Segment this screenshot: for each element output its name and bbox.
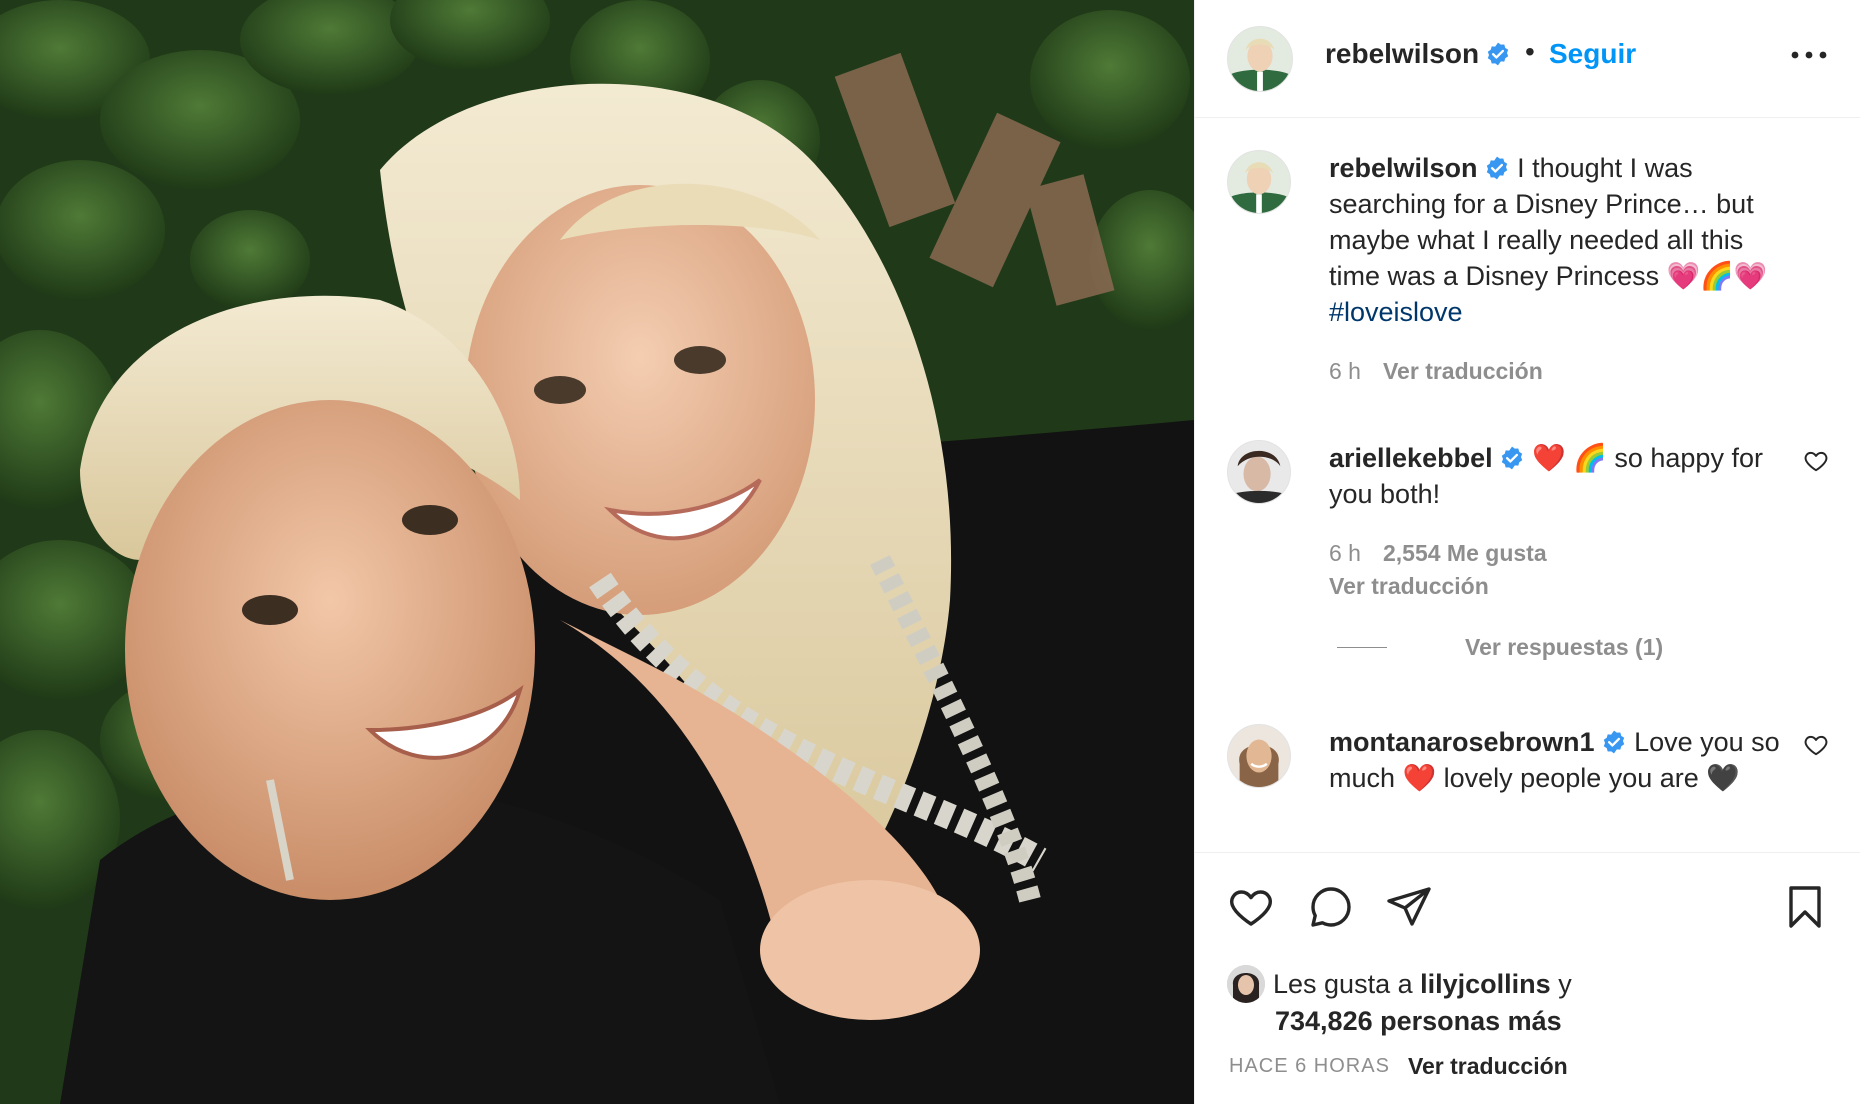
like-heart-icon[interactable] xyxy=(1227,883,1275,931)
footer-translate-link[interactable]: Ver traducción xyxy=(1408,1053,1568,1080)
post-photo[interactable] xyxy=(0,0,1194,1104)
caption-text-block: rebelwilson I thought I was searching fo… xyxy=(1329,150,1799,330)
caption-time[interactable]: 6 h xyxy=(1329,358,1361,384)
verified-badge-icon xyxy=(1603,730,1624,754)
comment-translate-link[interactable]: Ver traducción xyxy=(1329,573,1489,600)
header-separator: • xyxy=(1525,36,1535,67)
post-timestamp[interactable]: HACE 6 HORAS xyxy=(1229,1055,1390,1078)
comment-bubble-icon[interactable] xyxy=(1307,883,1355,931)
verified-badge-icon xyxy=(1486,156,1507,180)
verified-badge-icon xyxy=(1487,42,1509,66)
likes-prefix: Les gusta a xyxy=(1273,969,1413,999)
post-side-panel: rebelwilson • Seguir rebelwilson I thoug… xyxy=(1194,0,1860,1104)
caption-avatar[interactable] xyxy=(1227,150,1291,214)
save-bookmark-icon[interactable] xyxy=(1781,883,1829,931)
comment-text-block: montanarosebrown1 Love you so much ❤️ lo… xyxy=(1329,724,1799,796)
commenter-avatar[interactable] xyxy=(1227,724,1291,788)
caption-hashtag[interactable]: #loveislove xyxy=(1329,297,1463,327)
more-options-icon[interactable] xyxy=(1789,40,1829,70)
verified-badge-icon xyxy=(1501,446,1522,470)
author-username-row: rebelwilson xyxy=(1325,38,1511,70)
author-avatar[interactable] xyxy=(1227,26,1293,92)
likes-user[interactable]: lilyjcollins xyxy=(1420,969,1551,999)
comment-likes-count[interactable]: 2,554 Me gusta xyxy=(1383,540,1547,566)
view-replies-label: Ver respuestas (1) xyxy=(1465,634,1664,660)
comment-username[interactable]: ariellekebbel xyxy=(1329,443,1493,473)
replies-divider-line xyxy=(1337,647,1387,648)
comment-username[interactable]: montanarosebrown1 xyxy=(1329,727,1595,757)
follow-button[interactable]: Seguir xyxy=(1549,38,1636,70)
likes-summary: Les gusta a lilyjcollins y 734,826 perso… xyxy=(1227,965,1572,1039)
comment-text-block: ariellekebbel ❤️ 🌈 so happy for you both… xyxy=(1329,440,1799,512)
author-username[interactable]: rebelwilson xyxy=(1325,38,1479,69)
view-replies-button[interactable]: Ver respuestas (1) xyxy=(1337,634,1663,661)
caption-username[interactable]: rebelwilson xyxy=(1329,153,1478,183)
post-header: rebelwilson • Seguir xyxy=(1195,0,1860,118)
likes-suffix: y xyxy=(1558,969,1572,999)
caption-translate-link[interactable]: Ver traducción xyxy=(1383,358,1543,384)
post-actions: Les gusta a lilyjcollins y 734,826 perso… xyxy=(1195,852,1860,1104)
comments-list[interactable]: rebelwilson I thought I was searching fo… xyxy=(1195,118,1860,852)
likes-others-count[interactable]: 734,826 personas más xyxy=(1227,1006,1562,1036)
comment-like-heart-icon[interactable] xyxy=(1803,732,1829,758)
comment-meta: 6 h 2,554 Me gusta xyxy=(1329,540,1547,567)
comment-like-heart-icon[interactable] xyxy=(1803,448,1829,474)
post-footer: HACE 6 HORAS Ver traducción xyxy=(1229,1053,1568,1080)
comment-time[interactable]: 6 h xyxy=(1329,540,1361,566)
caption-meta: 6 h Ver traducción xyxy=(1329,358,1543,385)
share-send-icon[interactable] xyxy=(1385,883,1433,931)
commenter-avatar[interactable] xyxy=(1227,440,1291,504)
liker-avatar[interactable] xyxy=(1227,965,1265,1003)
